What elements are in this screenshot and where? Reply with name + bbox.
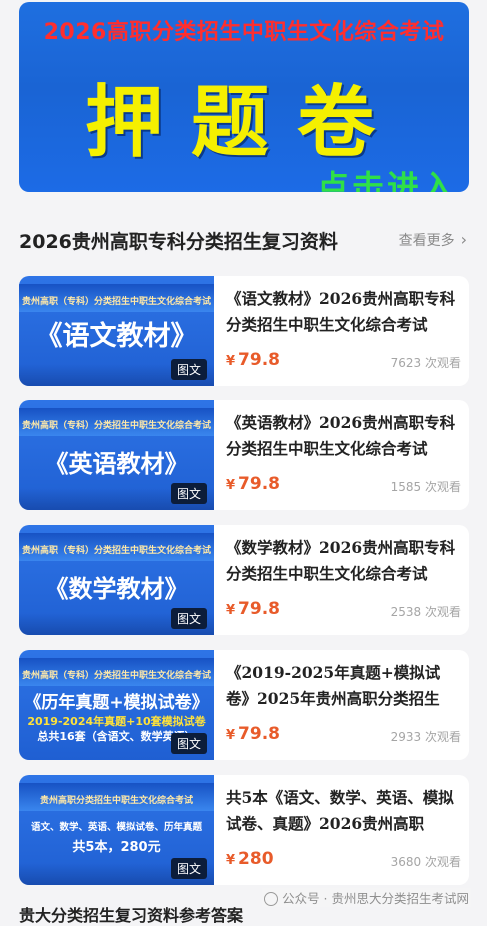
item-thumbnail: 贵州高职分类招生中职生文化综合考试 语文、数学、英语、模拟试卷、历年真题 共5本… xyxy=(19,775,214,885)
thumb-caption: 贵州高职分类招生中职生文化综合考试 xyxy=(39,796,193,806)
item-title[interactable]: 《数学教材》2026贵州高职专科分类招生中职生文化综合考试 xyxy=(226,535,461,587)
item-info: 《英语教材》2026贵州高职专科分类招生中职生文化综合考试 ¥79.8 1585… xyxy=(226,410,461,505)
type-tag: 图文 xyxy=(170,608,207,629)
view-more-label: 查看更多 xyxy=(398,233,455,249)
item-info: 《语文教材》2026贵州高职专科分类招生中职生文化综合考试 ¥79.8 7623… xyxy=(226,286,461,381)
thumb-title: 《英语教材》 xyxy=(44,450,189,478)
chevron-right-icon: › xyxy=(460,230,467,249)
thumb-caption: 贵州高职（专科）分类招生中职生文化综合考试 xyxy=(21,421,211,431)
item-thumbnail: 贵州高职（专科）分类招生中职生文化综合考试 《语文教材》 图文 xyxy=(19,276,214,386)
view-count: 3680 次观看 xyxy=(390,855,461,869)
list-item[interactable]: 贵州高职（专科）分类招生中职生文化综合考试 《历年真题+模拟试卷》 2019-2… xyxy=(19,650,469,760)
item-title[interactable]: 《英语教材》2026贵州高职专科分类招生中职生文化综合考试 xyxy=(226,410,461,462)
section-title: 2026贵州高职专科分类招生复习资料 xyxy=(19,231,338,253)
type-tag: 图文 xyxy=(170,359,207,380)
list-item[interactable]: 贵州高职（专科）分类招生中职生文化综合考试 《英语教材》 图文 《英语教材》20… xyxy=(19,400,469,510)
item-price: ¥79.8 xyxy=(226,474,280,494)
view-count: 1585 次观看 xyxy=(390,480,461,494)
wechat-icon xyxy=(264,892,279,906)
section-header: 2026贵州高职专科分类招生复习资料 查看更多 › xyxy=(19,225,469,255)
type-tag: 图文 xyxy=(170,858,207,879)
item-price: ¥79.8 xyxy=(226,599,280,619)
item-info: 共5本《语文、数学、英语、模拟试卷、真题》2026贵州高职 ¥280 3680 … xyxy=(226,785,461,880)
type-tag: 图文 xyxy=(170,483,207,504)
item-info: 《2019-2025年真题+模拟试卷》2025年贵州高职分类招生 ¥79.8 2… xyxy=(226,660,461,755)
thumb-note: 共5本，280元 xyxy=(72,840,161,855)
item-price: ¥79.8 xyxy=(226,724,280,744)
item-price: ¥79.8 xyxy=(226,350,280,370)
item-thumbnail: 贵州高职（专科）分类招生中职生文化综合考试 《数学教材》 图文 xyxy=(19,525,214,635)
item-title[interactable]: 《2019-2025年真题+模拟试卷》2025年贵州高职分类招生 xyxy=(226,660,461,712)
thumb-caption: 贵州高职（专科）分类招生中职生文化综合考试 xyxy=(21,671,211,681)
item-thumbnail: 贵州高职（专科）分类招生中职生文化综合考试 《英语教材》 图文 xyxy=(19,400,214,510)
list-item[interactable]: 贵州高职（专科）分类招生中职生文化综合考试 《数学教材》 图文 《数学教材》20… xyxy=(19,525,469,635)
watermark-text: 公众号 · 贵州思大分类招生考试网 xyxy=(282,891,469,906)
view-more-link[interactable]: 查看更多 › xyxy=(399,230,467,250)
view-count: 7623 次观看 xyxy=(390,356,461,370)
view-count: 2538 次观看 xyxy=(390,605,461,619)
item-thumbnail: 贵州高职（专科）分类招生中职生文化综合考试 《历年真题+模拟试卷》 2019-2… xyxy=(19,650,214,760)
item-title[interactable]: 《语文教材》2026贵州高职专科分类招生中职生文化综合考试 xyxy=(226,286,461,338)
item-price: ¥280 xyxy=(226,849,274,869)
thumb-caption: 贵州高职（专科）分类招生中职生文化综合考试 xyxy=(21,297,211,307)
thumb-subtitle: 2019-2024年真题+10套模拟试卷 xyxy=(27,715,206,728)
type-tag: 图文 xyxy=(170,733,207,754)
item-title[interactable]: 共5本《语文、数学、英语、模拟试卷、真题》2026贵州高职 xyxy=(226,785,461,837)
thumb-title: 《历年真题+模拟试卷》 xyxy=(24,693,209,713)
thumb-title: 《数学教材》 xyxy=(44,575,189,603)
promo-banner[interactable]: 2026高职分类招生中职生文化综合考试 押题卷 点击进入 xyxy=(19,2,469,192)
banner-top-title: 2026高职分类招生中职生文化综合考试 xyxy=(43,20,445,45)
banner-big-title: 押题卷 xyxy=(84,78,403,168)
item-info: 《数学教材》2026贵州高职专科分类招生中职生文化综合考试 ¥79.8 2538… xyxy=(226,535,461,630)
list-item[interactable]: 贵州高职分类招生中职生文化综合考试 语文、数学、英语、模拟试卷、历年真题 共5本… xyxy=(19,775,469,885)
banner-enter-label[interactable]: 点击进入 xyxy=(317,162,457,192)
list-item[interactable]: 贵州高职（专科）分类招生中职生文化综合考试 《语文教材》 图文 《语文教材》20… xyxy=(19,276,469,386)
next-section-title: 贵大分类招生复习资料参考答案 xyxy=(19,906,244,925)
thumb-caption: 贵州高职（专科）分类招生中职生文化综合考试 xyxy=(21,546,211,556)
watermark: 公众号 · 贵州思大分类招生考试网 xyxy=(262,888,471,907)
view-count: 2933 次观看 xyxy=(390,730,461,744)
thumb-title: 《语文教材》 xyxy=(35,321,198,352)
thumb-subtitle: 语文、数学、英语、模拟试卷、历年真题 xyxy=(30,822,202,833)
